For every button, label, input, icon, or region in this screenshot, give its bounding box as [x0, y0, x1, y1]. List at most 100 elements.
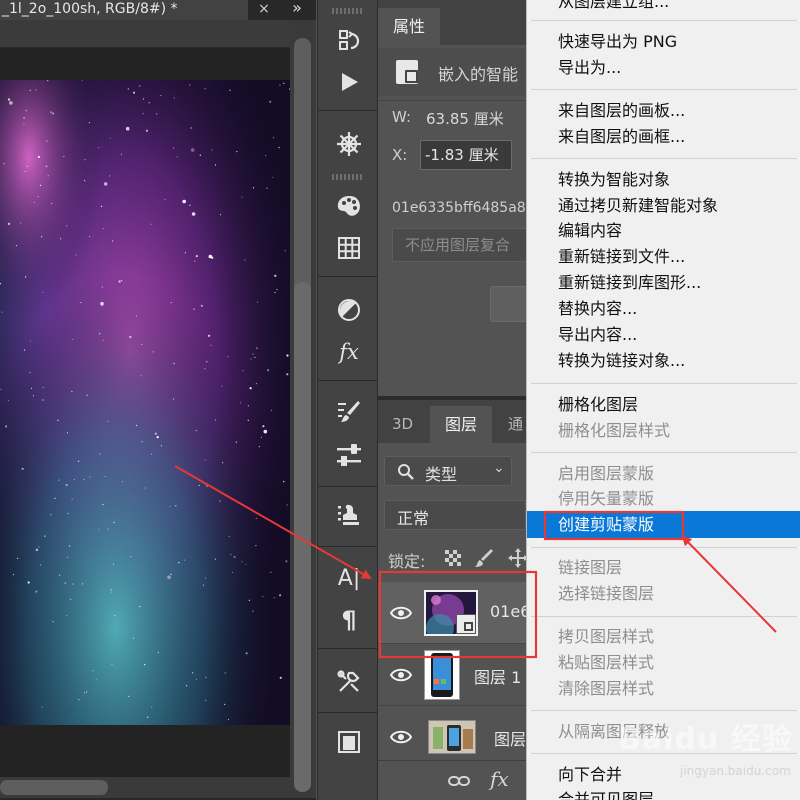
width-value[interactable]: 63.85 厘米: [426, 108, 504, 129]
toolbar-grip[interactable]: [332, 8, 364, 14]
paragraph-icon[interactable]: ¶: [335, 606, 363, 634]
star: [141, 343, 143, 345]
layer-row-phone[interactable]: 图层 1: [378, 644, 526, 706]
tab-overflow-icon[interactable]: »: [284, 0, 310, 20]
character-icon[interactable]: A|: [335, 564, 363, 592]
horizontal-scrollbar[interactable]: [0, 777, 290, 798]
star: [202, 584, 205, 586]
vertical-scrollbar[interactable]: [290, 20, 316, 798]
star: [173, 398, 175, 400]
lock-pixels-brush-icon[interactable]: [474, 548, 494, 568]
stamp-icon[interactable]: [335, 502, 363, 530]
palette-icon[interactable]: [335, 192, 363, 220]
star: [267, 369, 270, 372]
layer-name[interactable]: 01e6: [490, 602, 530, 621]
menu-item-merge-visible[interactable]: 合并可见图层: [558, 789, 654, 800]
document-area: _1l_2o_100sh, RGB/8#) * × »: [0, 0, 316, 800]
eye-visibility-icon[interactable]: [390, 730, 412, 744]
star: [104, 475, 106, 478]
menu-item-convert-to-smart-object[interactable]: 转换为智能对象: [558, 169, 670, 191]
menu-separator: [531, 158, 797, 159]
layer-name[interactable]: 图层 1: [474, 664, 521, 688]
link-layers-icon[interactable]: [448, 771, 470, 791]
star: [78, 699, 80, 701]
star: [37, 155, 41, 159]
document-tab[interactable]: _1l_2o_100sh, RGB/8#) *: [0, 0, 248, 20]
add-layer-style-fx-icon[interactable]: fx: [490, 767, 509, 791]
export-icon[interactable]: [335, 728, 363, 756]
star: [35, 548, 39, 551]
menu-item-export-contents[interactable]: 导出内容...: [558, 324, 637, 346]
star: [101, 286, 103, 288]
brush-settings-icon[interactable]: [335, 398, 363, 426]
eye-visibility-icon[interactable]: [390, 668, 412, 682]
history-brush-icon[interactable]: [335, 26, 363, 54]
layer-name[interactable]: 图层: [494, 726, 526, 750]
star: [107, 528, 109, 530]
layers-tabbar: 3D 图层 通: [378, 400, 526, 443]
layer-row-smart-object[interactable]: 01e6: [378, 582, 530, 644]
lock-position-move-icon[interactable]: [508, 548, 528, 568]
star: [99, 453, 101, 455]
tools-icon[interactable]: [335, 668, 363, 696]
menu-item-frame-from-layers[interactable]: 来自图层的画框...: [558, 126, 685, 148]
menu-item-artboard-from-layers[interactable]: 来自图层的画板...: [558, 100, 685, 122]
tab-properties[interactable]: 属性: [378, 8, 440, 45]
star: [127, 88, 129, 90]
tab-channels[interactable]: 通: [508, 406, 523, 443]
close-tab-icon[interactable]: ×: [256, 0, 272, 20]
menu-item-rasterize-layer-style: 栅格化图层样式: [558, 421, 671, 440]
star: [142, 113, 144, 115]
star: [205, 699, 207, 701]
menu-item-new-smart-object-via-copy[interactable]: 通过拷贝新建智能对象: [558, 195, 718, 217]
toolbar-grip[interactable]: [332, 174, 364, 180]
star: [189, 204, 191, 206]
star: [206, 485, 208, 487]
adjustment-icon[interactable]: [335, 296, 363, 324]
sliders-icon[interactable]: [335, 442, 363, 470]
lock-transparency-icon[interactable]: [445, 550, 461, 566]
tab-layers[interactable]: 图层: [430, 406, 492, 443]
tab-3d[interactable]: 3D: [392, 406, 413, 443]
menu-item-quick-export-png[interactable]: 快速导出为 PNG: [558, 31, 677, 53]
menu-item-enable-layer-mask: 启用图层蒙版: [558, 464, 655, 483]
star: [276, 289, 278, 291]
x-position-input[interactable]: -1.83 厘米: [420, 140, 512, 170]
star: [241, 561, 243, 563]
menu-item-relink-to-library-graphic[interactable]: 重新链接到库图形...: [558, 272, 701, 294]
star: [112, 240, 114, 242]
compass-icon[interactable]: [335, 130, 363, 158]
play-icon[interactable]: [335, 68, 363, 96]
vertical-scrollbar-thumb[interactable]: [294, 282, 311, 792]
star: [252, 187, 255, 189]
star: [172, 147, 175, 149]
layer-row-photo[interactable]: 图层: [378, 706, 526, 768]
toolbar-separator: [318, 276, 377, 277]
blend-mode-select[interactable]: 正常: [384, 500, 526, 530]
eye-visibility-icon[interactable]: [390, 606, 412, 620]
menu-item-convert-to-linked[interactable]: 转换为链接对象...: [558, 350, 685, 372]
horizontal-scrollbar-thumb[interactable]: [0, 780, 108, 795]
star: [145, 129, 148, 132]
menu-item-rasterize-layer[interactable]: 栅格化图层: [558, 394, 638, 416]
fx-icon[interactable]: fx: [335, 338, 363, 366]
properties-action-button[interactable]: [490, 286, 530, 322]
galaxy-image-canvas[interactable]: [0, 80, 290, 725]
menu-item-relink-to-file[interactable]: 重新链接到文件...: [558, 246, 685, 268]
menu-separator: [531, 383, 797, 384]
menu-item-create-clipping-mask[interactable]: 创建剪贴蒙版: [558, 514, 654, 536]
menu-item-merge-down[interactable]: 向下合并: [558, 764, 622, 786]
menu-item-edit-contents[interactable]: 编辑内容: [558, 220, 622, 242]
star: [23, 123, 25, 125]
menu-item-group-from-layers[interactable]: 从图层建立组...: [558, 0, 669, 13]
star: [129, 335, 132, 339]
menu-item-replace-contents[interactable]: 替换内容...: [558, 298, 637, 320]
layer-comp-select[interactable]: 不应用图层复合: [392, 228, 532, 262]
grid-icon[interactable]: [335, 234, 363, 262]
toolbar-separator: [318, 486, 377, 487]
menu-item-export-as[interactable]: 导出为...: [558, 57, 621, 79]
star: [125, 126, 130, 131]
star: [252, 610, 254, 612]
star: [80, 301, 82, 304]
layer-filter-select[interactable]: 类型 ⌄: [384, 456, 512, 486]
